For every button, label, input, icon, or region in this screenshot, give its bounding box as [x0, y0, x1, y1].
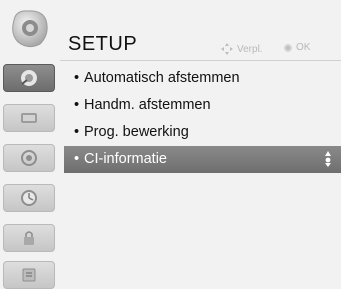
ok-hint-label: OK [296, 42, 311, 53]
header-divider [60, 60, 341, 61]
sidebar-item-sound[interactable] [3, 144, 55, 172]
picture-icon [21, 113, 37, 123]
sidebar-item-picture[interactable] [3, 104, 55, 132]
sidebar-item-option[interactable] [3, 261, 55, 289]
page-title: SETUP [68, 33, 138, 55]
bullet: • [74, 151, 80, 167]
menu-logo-icon [12, 10, 48, 48]
clock-icon [21, 190, 37, 206]
sidebar [0, 0, 60, 289]
menu-item-label: CI-informatie [84, 151, 167, 167]
bullet: • [74, 97, 80, 113]
setup-menu: • Automatisch afstemmen • Handm. afstemmen… [64, 65, 341, 173]
menu-item-auto-tuning[interactable]: • Automatisch afstemmen [64, 65, 341, 92]
directional-pad-icon [221, 43, 233, 55]
satellite-dish-icon [21, 70, 37, 86]
bullet: • [74, 124, 80, 140]
menu-item-label: Handm. afstemmen [84, 97, 211, 113]
menu-item-manual-tuning[interactable]: • Handm. afstemmen [64, 92, 341, 119]
tv-setup-screen: SETUP Verpl. OK • Automatisch afstemmen •… [0, 0, 341, 289]
ok-hint: OK [283, 42, 310, 53]
bullet: • [74, 70, 80, 86]
ok-button-icon [284, 43, 292, 52]
option-icon [22, 268, 36, 282]
menu-item-label: Automatisch afstemmen [84, 70, 240, 86]
lock-icon [24, 231, 34, 245]
sound-icon [21, 150, 37, 166]
menu-item-ci-information[interactable]: • CI-informatie [64, 146, 341, 173]
menu-item-programme-edit[interactable]: • Prog. bewerking [64, 119, 341, 146]
sidebar-item-lock[interactable] [3, 224, 55, 252]
sidebar-item-time[interactable] [3, 184, 55, 212]
up-down-arrow-icon[interactable] [323, 150, 333, 168]
navigation-hint: Verpl. [220, 42, 263, 56]
sidebar-item-setup[interactable] [3, 64, 55, 92]
navigation-hint-label: Verpl. [237, 43, 263, 55]
menu-item-label: Prog. bewerking [84, 124, 189, 140]
